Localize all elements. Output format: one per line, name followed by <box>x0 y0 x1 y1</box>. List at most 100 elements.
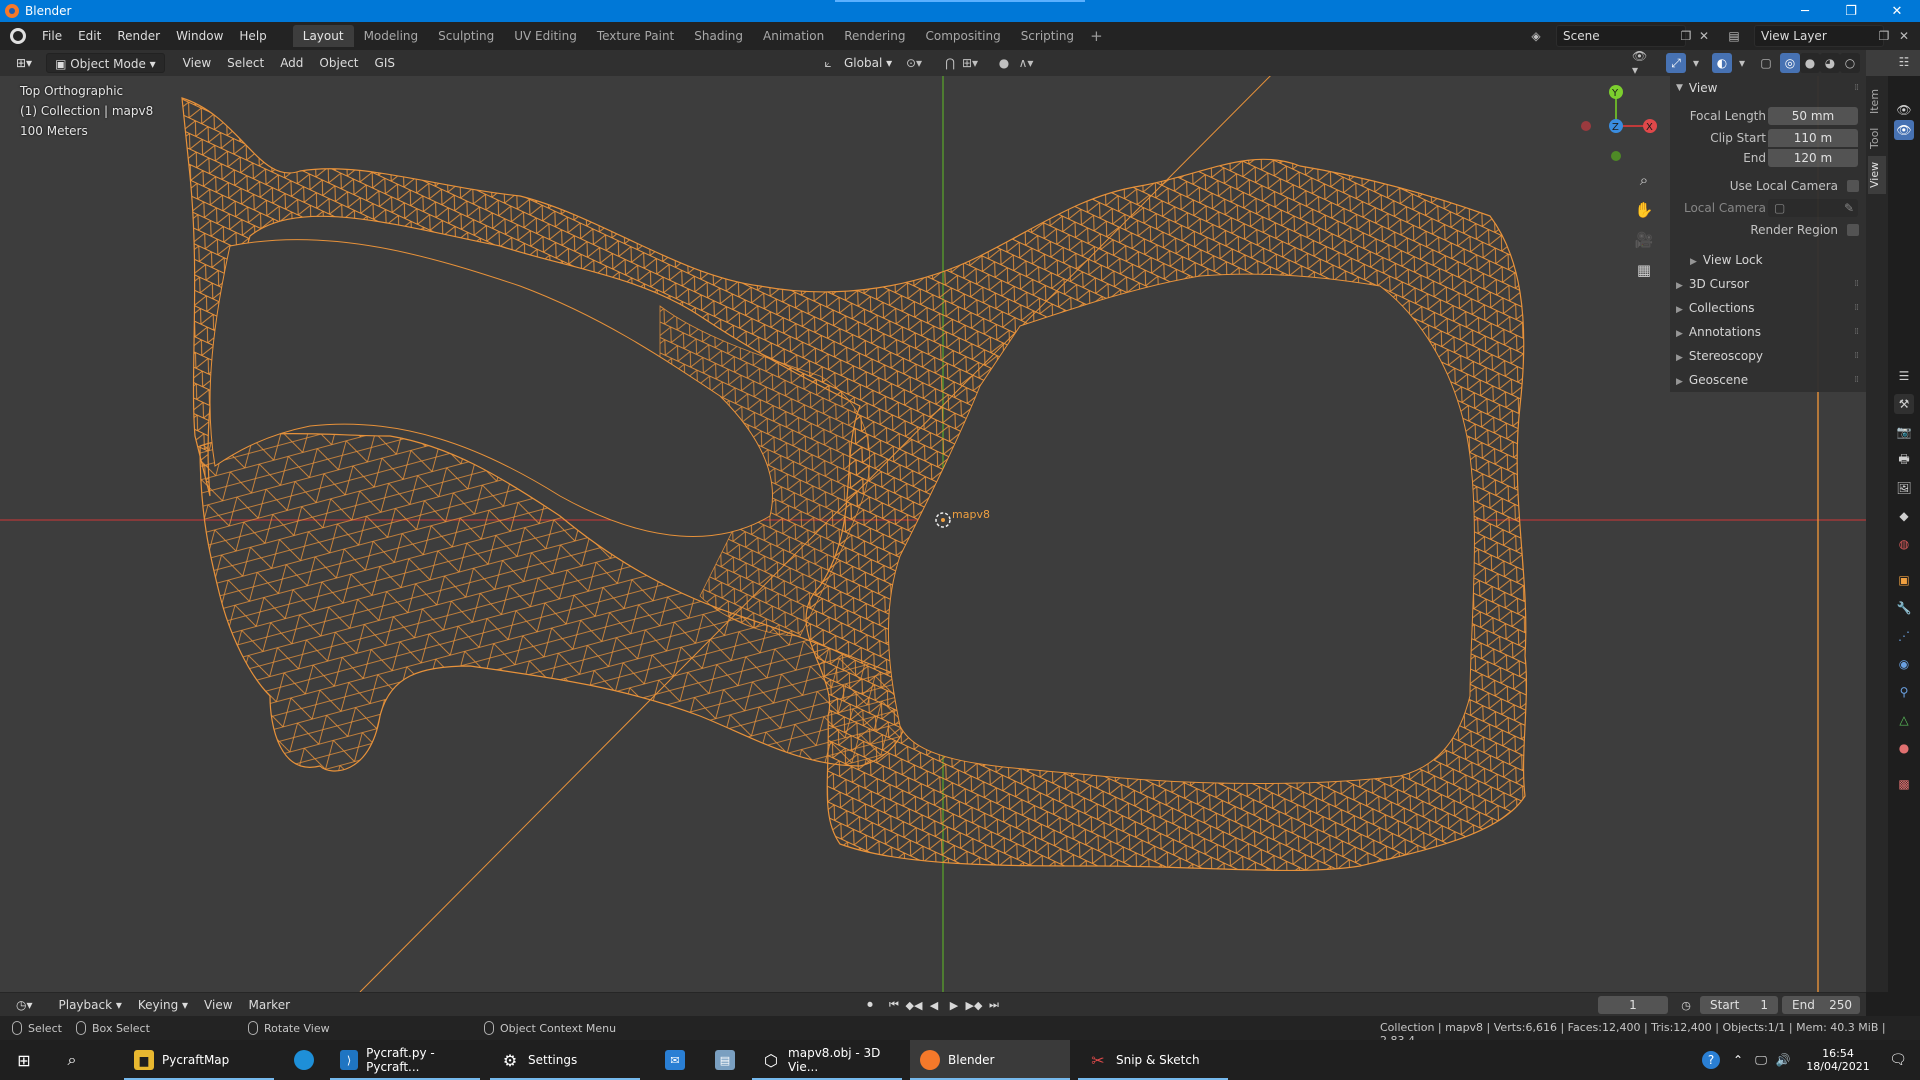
focal-length-field[interactable]: 50 mm <box>1768 107 1858 125</box>
view-layer-field[interactable]: View Layer <box>1754 25 1884 47</box>
blender-menu-icon[interactable] <box>10 28 26 44</box>
taskbar-app-explorer[interactable]: ▤ <box>700 1040 750 1080</box>
visibility-icon[interactable]: 👁▾ <box>1632 49 1652 77</box>
taskbar-app-vscode[interactable]: ⟩ Pycraft.py - Pycraft... <box>330 1040 480 1080</box>
viewport-menu-add[interactable]: Add <box>272 53 311 73</box>
scene-properties-icon[interactable]: ◆ <box>1894 506 1914 526</box>
scene-icon[interactable]: ◈ <box>1526 26 1546 46</box>
workspace-tab-sculpting[interactable]: Sculpting <box>428 25 504 47</box>
texture-properties-icon[interactable]: ▩ <box>1894 774 1914 794</box>
show-hidden-icons[interactable]: ⌃ <box>1728 1040 1748 1080</box>
panel-grip-icon[interactable]: ⁞⁞ <box>1854 279 1859 289</box>
modifier-properties-icon[interactable]: 🔧 <box>1894 598 1914 618</box>
delete-scene-icon[interactable]: ✕ <box>1694 26 1714 46</box>
timeline-menu-marker[interactable]: Marker <box>241 995 298 1015</box>
jump-keyframe-forward-icon[interactable]: ▶◆ <box>964 995 984 1015</box>
new-scene-icon[interactable]: ❐ <box>1676 26 1696 46</box>
jump-end-icon[interactable]: ⏭ <box>984 995 1004 1015</box>
action-center-button[interactable]: 🗨 <box>1876 1040 1920 1080</box>
sidebar-tab-tool[interactable]: Tool <box>1868 120 1886 156</box>
hide-viewport-eye-icon[interactable]: 👁 <box>1894 100 1914 120</box>
panel-grip-icon[interactable]: ⁞⁞ <box>1854 375 1859 385</box>
mode-selector[interactable]: ▣ Object Mode ▾ <box>46 53 165 73</box>
view-layer-icon[interactable]: ▤ <box>1724 26 1744 46</box>
world-properties-icon[interactable]: ◍ <box>1894 534 1914 554</box>
3d-viewport[interactable]: Y X Z Top Orthographic (1) Collection | … <box>0 76 1866 992</box>
collections-subpanel[interactable]: ▶ Collections ⁞⁞ <box>1670 298 1866 318</box>
overlay-toggle-icon[interactable]: ◐ <box>1712 53 1732 73</box>
taskbar-app-3d-viewer[interactable]: ⬡ mapv8.obj - 3D Vie... <box>752 1040 902 1080</box>
menu-file[interactable]: File <box>34 25 70 47</box>
data-properties-icon[interactable]: △ <box>1894 710 1914 730</box>
clock[interactable]: 16:54 18/04/2021 <box>1800 1040 1876 1080</box>
zoom-icon[interactable]: ⌕ <box>1632 168 1656 192</box>
physics-properties-icon[interactable]: ◉ <box>1894 654 1914 674</box>
workspace-tab-rendering[interactable]: Rendering <box>834 25 915 47</box>
start-frame-field[interactable]: Start 1 <box>1700 996 1778 1014</box>
taskbar-app-blender[interactable]: Blender <box>910 1040 1070 1080</box>
object-properties-icon[interactable]: ▣ <box>1894 570 1914 590</box>
view-panel-header[interactable]: ▼ View ⁞⁞ <box>1670 78 1866 98</box>
material-shading-icon[interactable]: ◕ <box>1820 53 1840 73</box>
timeline-editor-type-icon[interactable]: ◷▾ <box>8 995 41 1015</box>
search-button[interactable]: ⌕ <box>48 1040 96 1080</box>
menu-help[interactable]: Help <box>231 25 274 47</box>
gizmo-toggle-icon[interactable]: ⤢ <box>1666 53 1686 73</box>
clip-start-field[interactable]: 110 m <box>1768 129 1858 147</box>
xray-toggle-icon[interactable]: ▢ <box>1756 53 1776 73</box>
workspace-tab-layout[interactable]: Layout <box>292 25 354 47</box>
taskbar-app-mail[interactable]: ✉ <box>650 1040 700 1080</box>
sidebar-tab-item[interactable]: Item <box>1868 82 1886 120</box>
workspace-tab-compositing[interactable]: Compositing <box>915 25 1010 47</box>
properties-editor-icon[interactable]: ☰ <box>1894 366 1914 386</box>
use-local-camera-checkbox[interactable] <box>1847 180 1859 192</box>
scene-field[interactable]: Scene <box>1556 25 1686 47</box>
volume-tray-icon[interactable]: 🔊 <box>1772 1040 1794 1080</box>
end-frame-field[interactable]: End 250 <box>1782 996 1860 1014</box>
workspace-tab-animation[interactable]: Animation <box>753 25 834 47</box>
menu-window[interactable]: Window <box>168 25 231 47</box>
panel-grip-icon[interactable]: ⁞⁞ <box>1854 351 1859 361</box>
play-reverse-icon[interactable]: ◀ <box>924 995 944 1015</box>
material-properties-icon[interactable]: ● <box>1894 738 1914 758</box>
rendered-shading-icon[interactable]: ○ <box>1840 53 1860 73</box>
solid-shading-icon[interactable]: ● <box>1800 53 1820 73</box>
minimize-button[interactable]: ─ <box>1782 0 1828 22</box>
snap-target-icon[interactable]: ⊞▾ <box>960 53 980 73</box>
gizmo-neg-x-axis[interactable] <box>1581 121 1591 131</box>
tool-properties-icon[interactable]: ⚒ <box>1894 394 1914 414</box>
stereoscopy-subpanel[interactable]: ▶ Stereoscopy ⁞⁞ <box>1670 346 1866 366</box>
taskbar-app-pycraftmap[interactable]: ▆ PycraftMap <box>124 1040 274 1080</box>
workspace-tab-uv-editing[interactable]: UV Editing <box>504 25 587 47</box>
viewport-menu-object[interactable]: Object <box>311 53 366 73</box>
view-layer-properties-icon[interactable]: 🖼 <box>1894 478 1914 498</box>
play-icon[interactable]: ▶ <box>944 995 964 1015</box>
start-button[interactable]: ⊞ <box>0 1040 48 1080</box>
jump-start-icon[interactable]: ⏮ <box>884 995 904 1015</box>
output-properties-icon[interactable]: 🖶 <box>1894 450 1914 470</box>
timeline-menu-keying[interactable]: Keying ▾ <box>130 995 196 1015</box>
proportional-edit-icon[interactable]: ● <box>994 53 1014 73</box>
gizmo-dropdown-icon[interactable]: ▾ <box>1686 53 1706 73</box>
overlay-dropdown-icon[interactable]: ▾ <box>1732 53 1752 73</box>
clip-end-field[interactable]: 120 m <box>1768 149 1858 167</box>
annotations-subpanel[interactable]: ▶ Annotations ⁞⁞ <box>1670 322 1866 342</box>
preview-range-icon[interactable]: ◷ <box>1676 995 1696 1015</box>
constraints-properties-icon[interactable]: ⚲ <box>1894 682 1914 702</box>
taskbar-app-edge[interactable] <box>282 1040 326 1080</box>
taskbar-app-snip-sketch[interactable]: ✂ Snip & Sketch <box>1078 1040 1228 1080</box>
3d-cursor-subpanel[interactable]: ▶ 3D Cursor ⁞⁞ <box>1670 274 1866 294</box>
close-window-button[interactable]: ✕ <box>1874 0 1920 22</box>
help-tray-icon[interactable]: ? <box>1698 1040 1724 1080</box>
maximize-button[interactable]: ❐ <box>1828 0 1874 22</box>
transform-orientation-icon[interactable]: ⟀ <box>818 53 838 73</box>
record-icon[interactable]: ⏺ <box>860 995 880 1015</box>
delete-view-layer-icon[interactable]: ✕ <box>1894 26 1914 46</box>
render-region-checkbox[interactable] <box>1847 224 1859 236</box>
outliner-icon[interactable]: ☷ <box>1894 52 1914 72</box>
menu-edit[interactable]: Edit <box>70 25 109 47</box>
sidebar-tab-view[interactable]: View <box>1868 156 1886 194</box>
pan-hand-icon[interactable]: ✋ <box>1632 198 1656 222</box>
render-properties-icon[interactable]: 📷 <box>1894 422 1914 442</box>
editor-type-icon[interactable]: ⊞▾ <box>8 53 40 73</box>
